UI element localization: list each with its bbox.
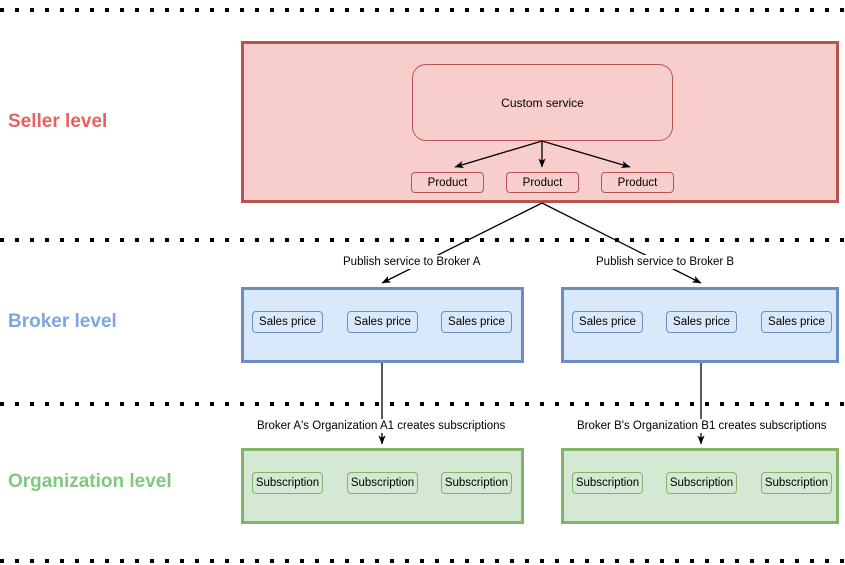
edge-label-publish-broker-b: Publish service to Broker B [594, 255, 737, 269]
product-label: Product [427, 176, 468, 189]
edge-label-org-a1-subscriptions: Broker A's Organization A1 creates subsc… [255, 419, 508, 433]
product-node-3[interactable]: Product [601, 172, 674, 193]
separator-dotted-bottom [0, 559, 845, 563]
edge-label-org-b1-subscriptions: Broker B's Organization B1 creates subsc… [575, 419, 829, 433]
subscription-node-b1[interactable]: Subscription [572, 472, 643, 494]
subscription-label: Subscription [350, 477, 415, 489]
subscription-label: Subscription [444, 477, 509, 489]
edge-label-publish-broker-a: Publish service to Broker A [341, 255, 483, 269]
diagram-canvas: Seller level Broker level Organization l… [0, 0, 845, 565]
sales-price-node-b3[interactable]: Sales price [761, 311, 832, 333]
sales-price-label: Sales price [579, 316, 636, 328]
level-label-seller: Seller level [8, 111, 108, 132]
subscription-node-a1[interactable]: Subscription [252, 472, 323, 494]
subscription-label: Subscription [764, 477, 829, 489]
sales-price-node-b2[interactable]: Sales price [666, 311, 737, 333]
product-node-2[interactable]: Product [506, 172, 579, 193]
separator-dotted-top [0, 8, 845, 12]
subscription-label: Subscription [575, 477, 640, 489]
sales-price-node-a1[interactable]: Sales price [252, 311, 323, 333]
separator-dotted-seller-broker [0, 238, 845, 242]
sales-price-node-a2[interactable]: Sales price [347, 311, 418, 333]
separator-dotted-broker-org [0, 402, 845, 406]
sales-price-label: Sales price [354, 316, 411, 328]
arrow-seller-to-broker-b [541, 202, 702, 284]
product-node-1[interactable]: Product [411, 172, 484, 193]
custom-service-node[interactable]: Custom service [412, 64, 673, 141]
subscription-node-a2[interactable]: Subscription [347, 472, 418, 494]
subscription-node-b3[interactable]: Subscription [761, 472, 832, 494]
sales-price-label: Sales price [673, 316, 730, 328]
subscription-label: Subscription [255, 477, 320, 489]
arrow-seller-to-broker-a [381, 202, 543, 284]
product-label: Product [617, 176, 658, 189]
subscription-node-b2[interactable]: Subscription [666, 472, 737, 494]
sales-price-label: Sales price [448, 316, 505, 328]
sales-price-label: Sales price [768, 316, 825, 328]
product-label: Product [522, 176, 563, 189]
level-label-broker: Broker level [8, 311, 117, 332]
sales-price-node-b1[interactable]: Sales price [572, 311, 643, 333]
subscription-label: Subscription [669, 477, 734, 489]
sales-price-node-a3[interactable]: Sales price [441, 311, 512, 333]
level-label-organization: Organization level [8, 471, 172, 492]
sales-price-label: Sales price [259, 316, 316, 328]
custom-service-label: Custom service [501, 95, 584, 110]
subscription-node-a3[interactable]: Subscription [441, 472, 512, 494]
